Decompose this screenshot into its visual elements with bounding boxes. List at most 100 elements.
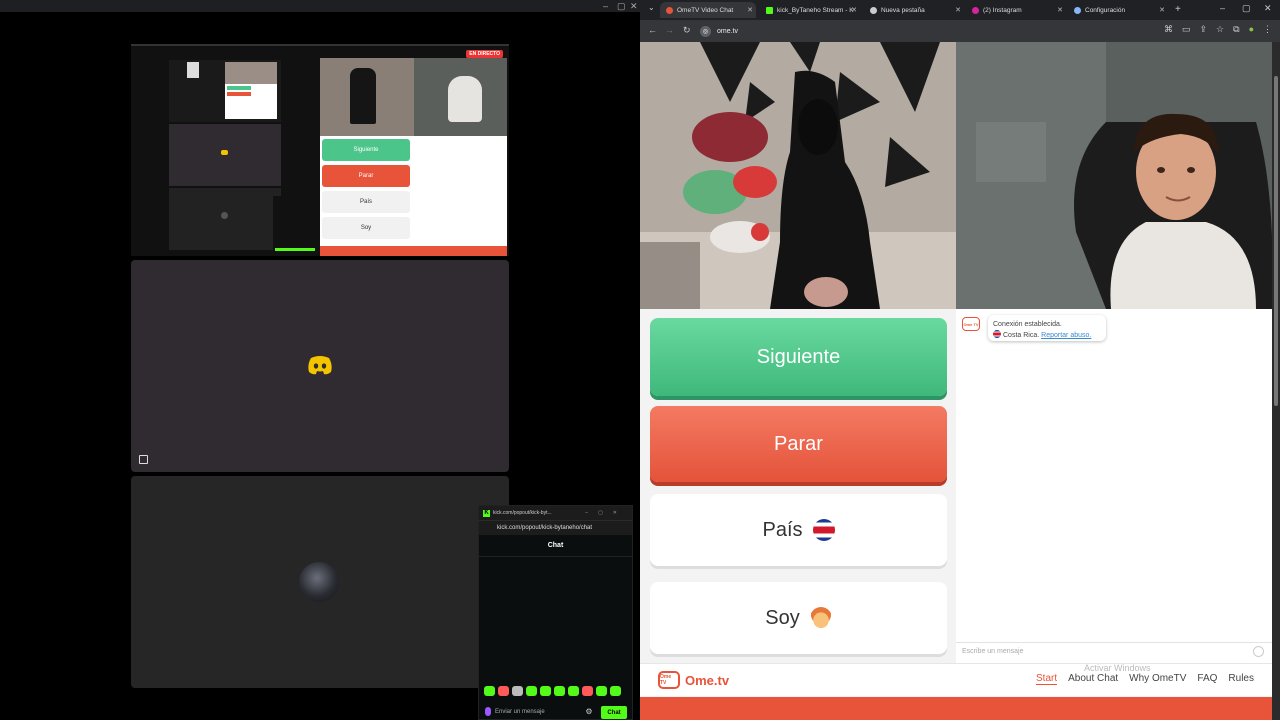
footer-link-why[interactable]: Why OmeTV bbox=[1129, 673, 1186, 685]
kick-send-button[interactable]: Chat bbox=[601, 706, 627, 719]
globe-icon bbox=[870, 6, 877, 14]
share-icon[interactable]: ⇪ bbox=[1200, 24, 1208, 35]
kick-url-bar[interactable]: kick.com/popout/kick-bytaneho/chat bbox=[479, 520, 632, 535]
footer-nav: Start About Chat Why OmeTV FAQ Rules bbox=[1036, 673, 1254, 685]
minimize-icon[interactable]: – bbox=[603, 0, 608, 12]
footer-link-faq[interactable]: FAQ bbox=[1197, 673, 1217, 685]
close-tab-icon[interactable]: ✕ bbox=[747, 6, 753, 14]
discord-logo-icon bbox=[308, 356, 332, 375]
user-avatar bbox=[299, 562, 339, 602]
windows-activation-watermark: Activar Windows bbox=[1084, 663, 1151, 673]
close-icon[interactable]: ✕ bbox=[630, 0, 638, 12]
footer-link-start[interactable]: Start bbox=[1036, 673, 1058, 685]
mini-camera-feeds bbox=[320, 58, 507, 136]
page-scrollbar[interactable] bbox=[1272, 42, 1280, 720]
tab-kick[interactable]: kick_ByTaneho Stream - K ✕ bbox=[760, 2, 860, 18]
stop-button[interactable]: Parar bbox=[650, 406, 947, 482]
address-url: ome.tv bbox=[717, 27, 739, 35]
footer-orange-strip bbox=[640, 697, 1272, 720]
chat-panel: Ome TV Conexión establecida. Costa Rica.… bbox=[956, 309, 1272, 663]
mini-stop-button: Parar bbox=[322, 165, 410, 187]
tab-label: Nueva pestaña bbox=[881, 6, 925, 14]
tab-settings[interactable]: Configuración ✕ bbox=[1068, 2, 1168, 18]
tab-new[interactable]: Nueva pestaña ✕ bbox=[864, 2, 964, 18]
popout-icon[interactable] bbox=[139, 455, 148, 464]
profile-icon[interactable]: ● bbox=[1249, 24, 1254, 35]
mini-discord-tile bbox=[169, 124, 281, 186]
mini-thumbnail-grid bbox=[169, 60, 281, 122]
extensions-icon[interactable]: ⧉ bbox=[1233, 24, 1239, 35]
maximize-icon[interactable]: ▢ bbox=[1242, 3, 1251, 14]
chat-message-input[interactable]: Escribe un mensaje bbox=[956, 642, 1272, 660]
reload-icon[interactable]: ↻ bbox=[683, 25, 691, 36]
costa-rica-flag-icon bbox=[993, 330, 1001, 338]
close-tab-icon[interactable]: ✕ bbox=[955, 6, 961, 14]
kick-window-controls[interactable]: –▢✕ bbox=[585, 510, 627, 516]
ometv-logo[interactable]: Ome TV Ome.tv bbox=[658, 671, 729, 689]
tab-instagram[interactable]: (2) Instagram ✕ bbox=[966, 2, 1066, 18]
browser-toolbar: ← → ↻ ◎ ome.tv ⌘ ▭ ⇪ ☆ ⧉ ● ⋮ bbox=[640, 20, 1280, 42]
emoji-icon[interactable] bbox=[1253, 646, 1264, 657]
gender-button[interactable]: Soy bbox=[650, 582, 947, 654]
country-line: Costa Rica. Reportar abuso. bbox=[993, 330, 1101, 341]
report-abuse-link[interactable]: Reportar abuso. bbox=[1041, 332, 1091, 339]
kick-chat-popout: K kick.com/popout/kick-byt... –▢✕ kick.c… bbox=[478, 505, 633, 720]
self-video bbox=[956, 42, 1272, 309]
site-info-icon[interactable]: ◎ bbox=[700, 25, 711, 37]
kick-window-title: kick.com/popout/kick-byt... bbox=[493, 510, 552, 516]
footer-link-rules[interactable]: Rules bbox=[1228, 673, 1254, 685]
settings-favicon-icon bbox=[1074, 6, 1081, 14]
forward-arrow-icon[interactable]: → bbox=[665, 25, 674, 35]
mini-next-button: Siguiente bbox=[322, 139, 410, 161]
self-video-frame bbox=[956, 42, 1272, 309]
address-bar[interactable]: ◎ ome.tv bbox=[700, 23, 1160, 39]
close-tab-icon[interactable]: ✕ bbox=[1057, 6, 1063, 14]
country-button[interactable]: País bbox=[650, 494, 947, 566]
tv-logo-icon: Ome TV bbox=[658, 671, 680, 689]
next-button[interactable]: Siguiente bbox=[650, 318, 947, 396]
stop-button-label: Parar bbox=[774, 432, 823, 455]
tab-search-icon[interactable]: ⌄ bbox=[648, 3, 655, 12]
new-tab-plus-icon[interactable]: + bbox=[1175, 4, 1181, 15]
costa-rica-flag-icon bbox=[812, 519, 835, 541]
kick-input-placeholder: Enviar un mensaje bbox=[495, 708, 545, 715]
next-button-label: Siguiente bbox=[756, 345, 841, 368]
maximize-icon[interactable]: ▢ bbox=[617, 0, 626, 12]
close-icon[interactable]: ✕ bbox=[1264, 3, 1272, 14]
mini-avatar-tile bbox=[169, 188, 281, 250]
scrollbar-thumb[interactable] bbox=[1274, 76, 1278, 406]
close-tab-icon[interactable]: ✕ bbox=[1159, 6, 1165, 14]
tab-ometv[interactable]: OmeTV Video Chat ✕ bbox=[660, 2, 756, 18]
cast-icon[interactable]: ▭ bbox=[1182, 24, 1191, 35]
window-titlebar: – ▢ ✕ bbox=[0, 0, 640, 12]
tab-label: OmeTV Video Chat bbox=[677, 6, 734, 14]
back-arrow-icon[interactable]: ← bbox=[648, 25, 657, 35]
ometv-page: Siguiente Parar País Soy Ome TV Conexión… bbox=[640, 42, 1272, 720]
brand-name: Ome.tv bbox=[685, 672, 730, 688]
translate-icon[interactable]: ⌘ bbox=[1164, 24, 1173, 35]
tab-label: Configuración bbox=[1085, 6, 1126, 14]
mini-country-button: País bbox=[322, 191, 410, 213]
gender-button-label: Soy bbox=[765, 606, 800, 629]
ometv-favicon-icon bbox=[666, 6, 673, 14]
live-badge: EN DIRECTO bbox=[466, 50, 503, 58]
tab-label: kick_ByTaneho Stream - K bbox=[777, 6, 854, 14]
kick-message-input[interactable]: Enviar un mensaje bbox=[485, 704, 577, 719]
screenshare-tile[interactable]: EN DIRECTO Siguiente Parar País Soy bbox=[131, 44, 509, 256]
instagram-favicon-icon bbox=[972, 6, 979, 14]
minimize-icon[interactable]: – bbox=[1220, 3, 1225, 13]
bookmark-star-icon[interactable]: ☆ bbox=[1216, 24, 1224, 35]
mini-iam-button: Soy bbox=[322, 217, 410, 239]
close-tab-icon[interactable]: ✕ bbox=[851, 6, 857, 14]
kick-chat-header: Chat bbox=[479, 535, 632, 557]
kick-emote-bar[interactable] bbox=[484, 686, 621, 696]
kick-logo-icon: K bbox=[483, 509, 490, 517]
chat-input-placeholder: Escribe un mensaje bbox=[962, 648, 1024, 655]
settings-gear-icon[interactable]: ⚙ bbox=[584, 707, 594, 717]
footer-link-about[interactable]: About Chat bbox=[1068, 673, 1118, 685]
menu-icon[interactable]: ⋮ bbox=[1263, 24, 1272, 35]
tab-label: (2) Instagram bbox=[983, 6, 1022, 14]
chrome-browser: ⌄ OmeTV Video Chat ✕ kick_ByTaneho Strea… bbox=[640, 0, 1280, 720]
country-text: Costa Rica. bbox=[1003, 332, 1040, 339]
kick-favicon-icon bbox=[766, 6, 773, 14]
